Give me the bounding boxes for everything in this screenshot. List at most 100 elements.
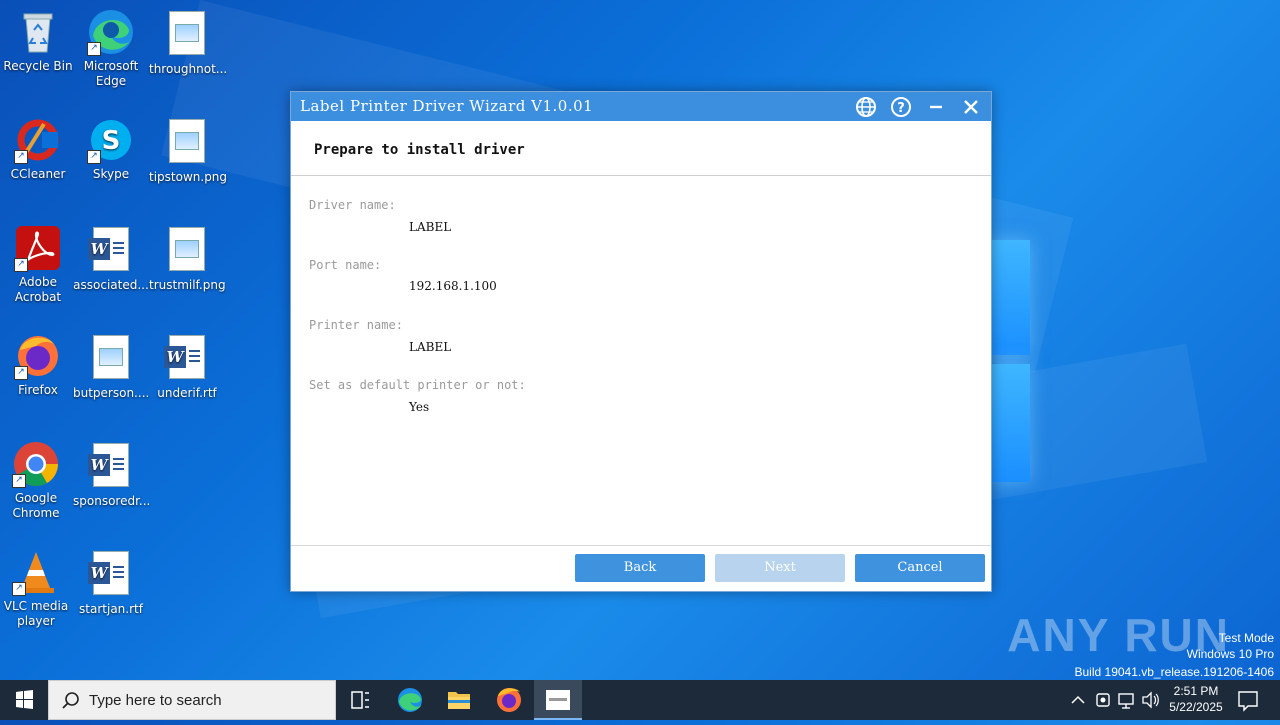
- desktop-icon-vlc[interactable]: ↗ VLC media player: [0, 548, 74, 629]
- word-document-icon: W: [163, 335, 211, 383]
- edge-icon: ↗: [87, 8, 135, 56]
- default-printer-label: Set as default printer or not:: [309, 378, 526, 392]
- desktop-icon-recycle-bin[interactable]: Recycle Bin: [0, 8, 76, 74]
- clock-time: 2:51 PM: [1173, 684, 1219, 698]
- svg-text:S: S: [102, 126, 121, 156]
- shortcut-arrow-icon: ↗: [14, 150, 28, 164]
- edge-icon: [398, 688, 422, 712]
- taskbar-edge-button[interactable]: [386, 680, 434, 720]
- default-printer-value: Yes: [409, 400, 430, 414]
- word-document-icon: W: [87, 443, 135, 491]
- build-text: Build 19041.vb_release.191206-1406: [1074, 665, 1275, 679]
- port-name-value: 192.168.1.100: [409, 279, 497, 293]
- next-button[interactable]: Next: [715, 554, 845, 582]
- taskbar-printer-wizard-button[interactable]: [534, 680, 582, 720]
- desktop-icon-butperson[interactable]: butperson....: [73, 332, 149, 401]
- desktop-icon-startjan[interactable]: W startjan.rtf: [73, 548, 149, 617]
- help-icon[interactable]: ?: [889, 95, 913, 119]
- dialog-footer: Back Next Cancel: [291, 545, 991, 592]
- notification-icon: [1238, 691, 1258, 712]
- desktop-icon-label: Microsoft Edge: [83, 59, 139, 88]
- desktop-icon-ccleaner[interactable]: ↗ CCleaner: [0, 116, 76, 182]
- task-view-icon: [351, 691, 369, 709]
- chrome-icon: ↗: [12, 440, 60, 488]
- desktop-icon-microsoft-edge[interactable]: ↗ Microsoft Edge: [73, 8, 149, 89]
- desktop-icon-firefox[interactable]: ↗ Firefox: [0, 332, 76, 398]
- desktop-icon-label: sponsoredr...: [73, 494, 151, 508]
- shortcut-arrow-icon: ↗: [87, 150, 101, 164]
- dialog-header: Prepare to install driver: [291, 121, 991, 176]
- recycle-bin-icon: [14, 8, 62, 56]
- desktop-icon-label: startjan.rtf: [79, 602, 143, 616]
- windows-edition-text: Windows 10 Pro: [1186, 647, 1274, 661]
- taskbar-file-explorer-button[interactable]: [435, 680, 483, 720]
- shortcut-arrow-icon: ↗: [14, 366, 28, 380]
- search-icon: [62, 692, 79, 709]
- desktop-icon-google-chrome[interactable]: ↗ Google Chrome: [0, 440, 74, 521]
- page-title: Prepare to install driver: [314, 142, 525, 158]
- driver-name-label: Driver name:: [309, 198, 396, 212]
- search-placeholder: Type here to search: [89, 692, 222, 709]
- desktop-icon-label: Recycle Bin: [3, 59, 73, 73]
- dialog-title: Label Printer Driver Wizard V1.0.01: [300, 97, 594, 115]
- language-globe-icon[interactable]: [854, 95, 878, 119]
- minimize-icon[interactable]: [924, 95, 948, 119]
- vlc-icon: ↗: [12, 548, 60, 596]
- desktop-icon-throughnot[interactable]: throughnot...: [149, 8, 228, 77]
- test-mode-text: Test Mode: [1218, 631, 1274, 645]
- folder-icon: [448, 692, 470, 709]
- close-icon[interactable]: [959, 95, 983, 119]
- desktop-icon-adobe-acrobat[interactable]: ↗ Adobe Acrobat: [0, 224, 76, 305]
- cancel-button[interactable]: Cancel: [855, 554, 985, 582]
- printer-wizard-app-icon: [546, 690, 570, 710]
- network-button[interactable]: [1116, 680, 1138, 720]
- shortcut-arrow-icon: ↗: [12, 474, 26, 488]
- desktop-icon-label: trustmilf.png: [149, 278, 226, 292]
- desktop-icon-trustmilf[interactable]: trustmilf.png: [149, 224, 226, 293]
- taskbar-search-box[interactable]: Type here to search: [48, 680, 336, 720]
- desktop-icon-label: underif.rtf: [157, 386, 217, 400]
- firefox-icon: [497, 688, 521, 712]
- task-view-button[interactable]: [336, 680, 384, 720]
- action-center-button[interactable]: [1234, 680, 1262, 720]
- desktop-icon-label: Google Chrome: [12, 491, 60, 520]
- desktop-icon-label: Adobe Acrobat: [14, 275, 62, 304]
- desktop-icon-associated[interactable]: W associated...: [73, 224, 149, 293]
- driver-wizard-dialog: Label Printer Driver Wizard V1.0.01 ? Pr…: [290, 91, 992, 592]
- clock[interactable]: 2:51 PM 5/22/2025: [1164, 680, 1228, 720]
- volume-button[interactable]: [1140, 680, 1162, 720]
- tray-app-icon: [1096, 693, 1110, 707]
- adobe-acrobat-icon: ↗: [14, 224, 62, 272]
- desktop-icon-tipstown[interactable]: tipstown.png: [149, 116, 228, 185]
- firefox-icon: ↗: [14, 332, 62, 380]
- svg-text:?: ?: [897, 101, 905, 116]
- driver-name-value: LABEL: [409, 220, 452, 234]
- port-name-label: Port name:: [309, 258, 382, 272]
- image-file-icon: [87, 335, 135, 383]
- word-document-icon: W: [87, 227, 135, 275]
- image-file-icon: [163, 11, 211, 59]
- back-button[interactable]: Back: [575, 554, 705, 582]
- image-file-icon: [163, 227, 211, 275]
- tray-app-button[interactable]: [1093, 680, 1113, 720]
- skype-icon: S ↗: [87, 116, 135, 164]
- desktop-icon-underif[interactable]: W underif.rtf: [149, 332, 225, 401]
- desktop-icon-sponsoredr[interactable]: W sponsoredr...: [73, 440, 151, 509]
- desktop-icon-label: throughnot...: [149, 62, 228, 76]
- show-hidden-icons-button[interactable]: [1068, 680, 1088, 720]
- desktop-icon-skype[interactable]: S ↗ Skype: [73, 116, 149, 182]
- shortcut-arrow-icon: ↗: [87, 42, 101, 56]
- shortcut-arrow-icon: ↗: [12, 582, 26, 596]
- word-document-icon: W: [87, 551, 135, 599]
- desktop-icon-label: Skype: [92, 167, 130, 181]
- desktop-icon-label: CCleaner: [10, 167, 66, 181]
- taskbar-firefox-button[interactable]: [485, 680, 533, 720]
- taskbar: Type here to search 2:51 PM 5/22/2025: [0, 680, 1280, 720]
- desktop-icon-label: butperson....: [73, 386, 150, 400]
- image-file-icon: [163, 119, 211, 167]
- desktop-icon-label: tipstown.png: [149, 170, 228, 184]
- network-icon: [1118, 693, 1134, 709]
- dialog-titlebar[interactable]: Label Printer Driver Wizard V1.0.01 ?: [291, 92, 991, 121]
- desktop-icon-label: Firefox: [18, 383, 58, 397]
- start-button[interactable]: [0, 680, 48, 720]
